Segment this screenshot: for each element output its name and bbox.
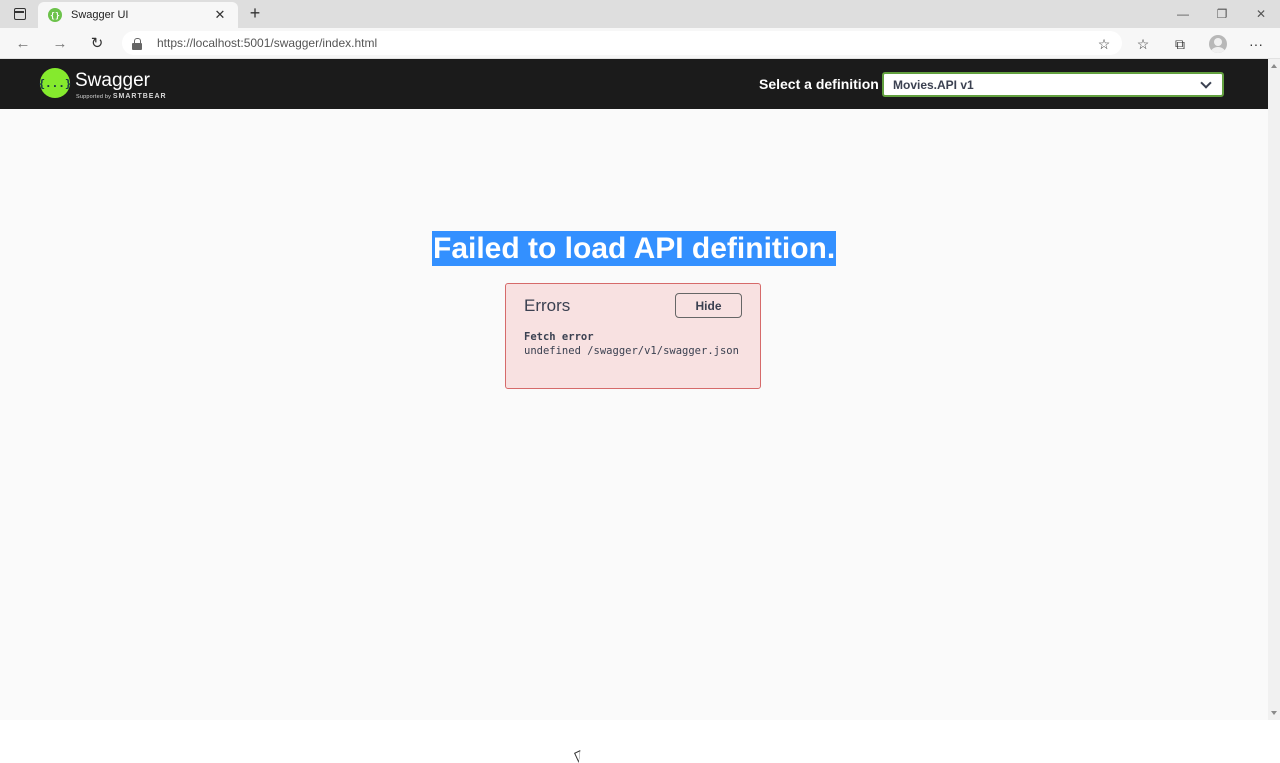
- browser-toolbar: ← → ↻ https://localhost:5001/swagger/ind…: [0, 28, 1280, 59]
- maximize-button[interactable]: ❐: [1203, 0, 1241, 28]
- chevron-down-icon[interactable]: [1200, 76, 1212, 89]
- select-definition-label: Select a definition: [759, 76, 879, 92]
- reload-button[interactable]: ↻: [84, 32, 110, 54]
- url-text[interactable]: https://localhost:5001/swagger/index.htm…: [157, 36, 377, 50]
- smartbear-tagline: Supported by SMARTBEAR: [76, 93, 167, 100]
- minimize-button[interactable]: —: [1164, 0, 1202, 28]
- definition-select[interactable]: Movies.API v1: [882, 72, 1224, 97]
- error-message: undefined /swagger/v1/swagger.json: [524, 345, 739, 357]
- scroll-down-arrow-icon[interactable]: [1271, 711, 1277, 715]
- browser-tab-bar: {} Swagger UI ✕ + — ❐ ✕: [0, 0, 1280, 28]
- swagger-brand[interactable]: Swagger: [75, 70, 150, 92]
- page-content: Failed to load API definition. Errors Hi…: [0, 109, 1268, 763]
- more-icon[interactable]: ···: [1245, 33, 1267, 55]
- page-scrollbar[interactable]: [1268, 59, 1280, 720]
- new-tab-button[interactable]: +: [244, 3, 266, 25]
- favorites-icon[interactable]: ☆: [1132, 33, 1154, 55]
- sidebar-toggle-icon[interactable]: [6, 3, 34, 25]
- swagger-favicon: {}: [48, 8, 62, 22]
- tab-title: Swagger UI: [71, 9, 129, 21]
- errors-panel: Errors Hide Fetch error undefined /swagg…: [505, 283, 761, 389]
- swagger-topbar: {...} Swagger Supported by SMARTBEAR Sel…: [0, 59, 1268, 109]
- failed-to-load-title: Failed to load API definition.: [432, 231, 837, 266]
- swagger-logo-icon[interactable]: {...}: [38, 68, 72, 98]
- collections-icon[interactable]: ⧉: [1169, 33, 1191, 55]
- tab-close-icon[interactable]: ✕: [212, 7, 228, 23]
- address-bar[interactable]: https://localhost:5001/swagger/index.htm…: [122, 31, 1122, 55]
- back-button[interactable]: ←: [10, 32, 36, 54]
- error-type: Fetch error: [524, 331, 594, 343]
- scroll-up-arrow-icon[interactable]: [1271, 64, 1277, 68]
- profile-icon[interactable]: [1207, 33, 1229, 55]
- mouse-cursor-icon: [574, 750, 585, 763]
- close-window-button[interactable]: ✕: [1242, 0, 1280, 28]
- star-plus-icon[interactable]: ☆: [1093, 33, 1115, 55]
- errors-heading: Errors: [524, 296, 571, 315]
- forward-button[interactable]: →: [47, 32, 73, 54]
- tab-swagger-ui[interactable]: {} Swagger UI ✕: [38, 2, 238, 28]
- definition-select-value[interactable]: Movies.API v1: [893, 78, 1202, 92]
- lock-icon[interactable]: [132, 37, 143, 50]
- hide-button[interactable]: Hide: [675, 293, 742, 318]
